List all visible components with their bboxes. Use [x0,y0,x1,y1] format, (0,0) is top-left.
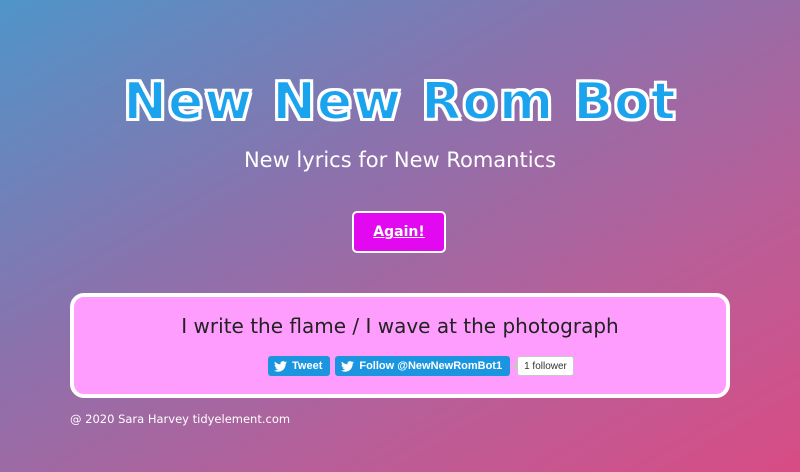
tweet-label: Tweet [292,360,323,372]
lyric-card: I write the flame / I wave at the photog… [70,293,730,398]
page-subtitle: New lyrics for New Romantics [243,148,557,172]
footer-credit: @ 2020 Sara Harvey tidyelement.com [70,412,291,426]
follow-button[interactable]: Follow @NewNewRomBot1 [335,356,511,376]
follower-count[interactable]: 1 follower [513,356,574,376]
follow-label: Follow @NewNewRomBot1 [359,360,503,372]
again-button[interactable]: Again! [352,211,446,253]
share-row: Tweet Follow @NewNewRomBot1 1 follower [268,355,574,377]
lyric-text: I write the flame / I wave at the photog… [181,314,619,338]
tweet-button[interactable]: Tweet [268,356,331,376]
page-title: New New Rom Bot [122,71,677,133]
twitter-bird-icon [341,360,355,372]
twitter-bird-icon [274,360,287,372]
